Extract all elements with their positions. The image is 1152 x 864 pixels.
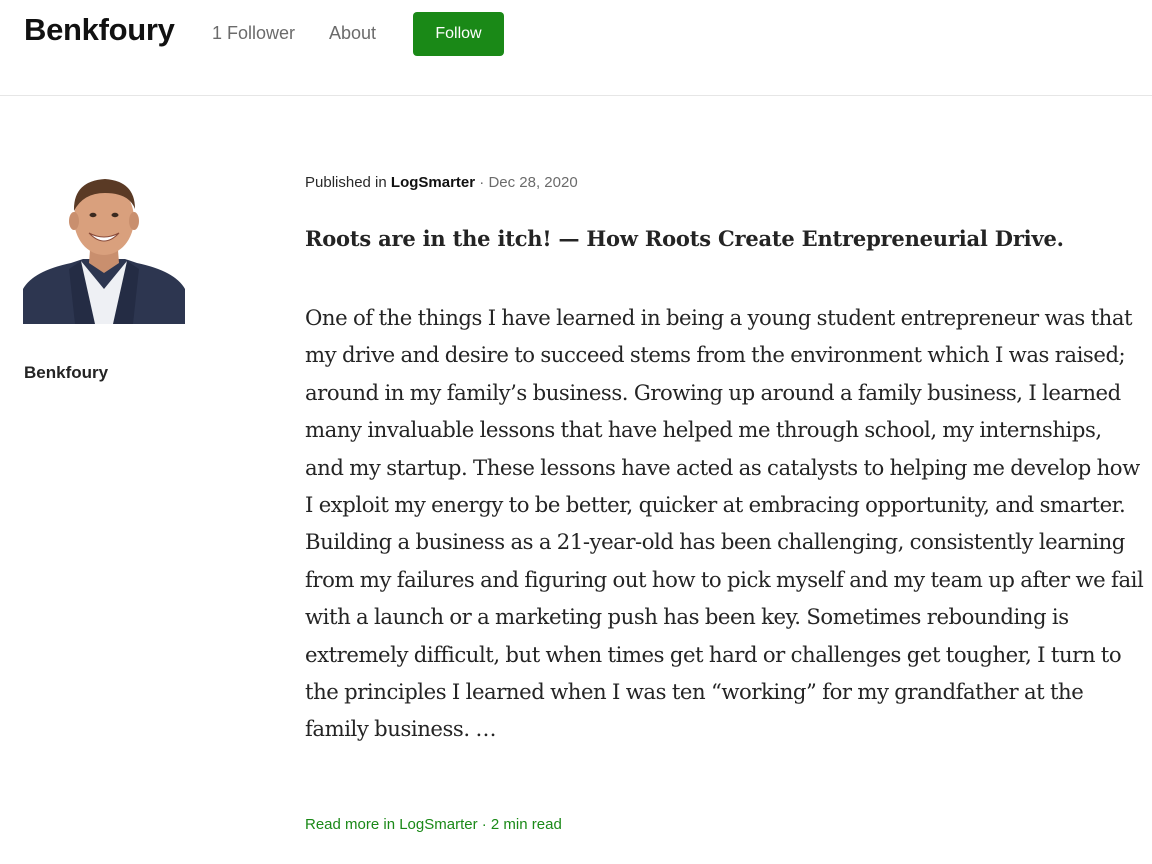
post-title[interactable]: Roots are in the itch! — How Roots Creat… — [305, 226, 1135, 251]
post-excerpt[interactable]: One of the things I have learned in bein… — [305, 299, 1145, 748]
followers-link[interactable]: 1 Follower — [212, 23, 295, 44]
follow-button[interactable]: Follow — [413, 12, 504, 56]
author-photo-icon — [23, 171, 185, 324]
author-avatar[interactable] — [23, 171, 185, 324]
post-meta: Published in LogSmarter · Dec 28, 2020 — [305, 174, 578, 191]
post-date: Dec 28, 2020 — [488, 174, 578, 191]
author-name[interactable]: Benkfoury — [24, 363, 108, 383]
publication-link[interactable]: LogSmarter — [391, 174, 475, 191]
meta-separator: · — [479, 174, 485, 191]
about-link[interactable]: About — [329, 23, 376, 44]
published-prefix: Published in — [305, 174, 387, 191]
site-header: Benkfoury 1 Follower About Follow — [0, 0, 1152, 96]
read-more-link[interactable]: Read more in LogSmarter · 2 min read — [305, 816, 562, 833]
site-title[interactable]: Benkfoury — [24, 12, 175, 48]
